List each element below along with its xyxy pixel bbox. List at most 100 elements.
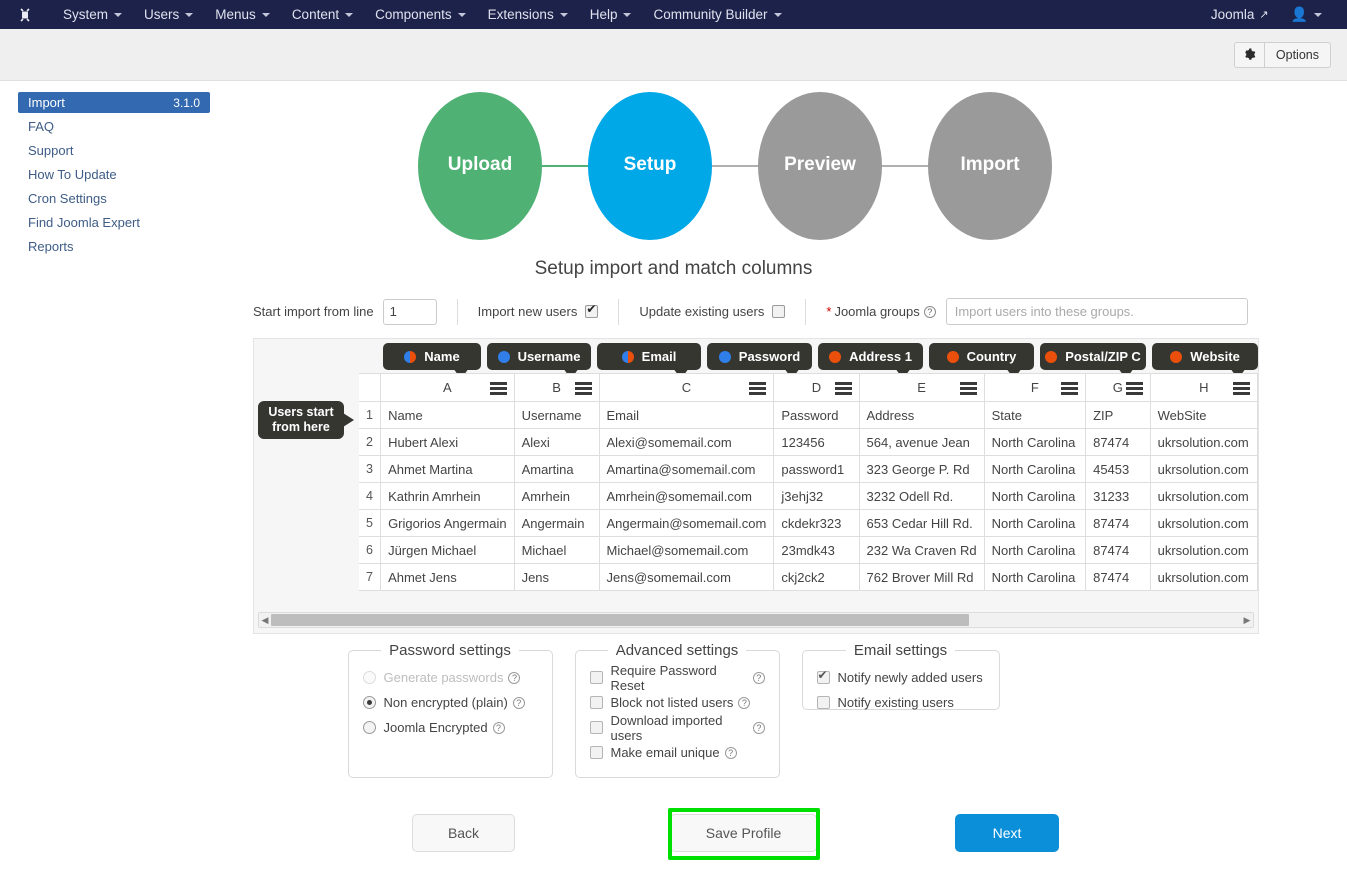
grid-cell[interactable]: Name	[380, 401, 515, 429]
grid-cell[interactable]: Angermain	[513, 509, 600, 537]
grid-cell[interactable]: ckdekr323	[773, 509, 860, 537]
sidebar-item-cron-settings[interactable]: Cron Settings	[18, 187, 210, 209]
nav-item-help[interactable]: Help	[579, 0, 643, 29]
advanced-option-2[interactable]: Download imported users?	[589, 713, 765, 743]
gear-icon-button[interactable]	[1233, 41, 1265, 68]
sidebar-item-reports[interactable]: Reports	[18, 235, 210, 257]
grid-cell[interactable]: 87474	[1085, 428, 1151, 456]
grid-cell[interactable]: North Carolina	[983, 455, 1087, 483]
grid-cell[interactable]: 45453	[1085, 455, 1151, 483]
column-header-h[interactable]: H	[1149, 373, 1258, 402]
scroll-right-arrow-icon[interactable]: ▶	[1241, 615, 1253, 626]
next-button[interactable]: Next	[955, 814, 1059, 852]
grid-cell[interactable]: Michael@somemail.com	[598, 536, 775, 564]
password-option-2[interactable]: Joomla Encrypted?	[362, 715, 538, 740]
advanced-option-1[interactable]: Block not listed users?	[589, 690, 765, 715]
grid-cell[interactable]: 123456	[773, 428, 860, 456]
site-link[interactable]: Joomla ↗︎	[1200, 0, 1280, 29]
grid-cell[interactable]: 87474	[1085, 509, 1151, 537]
joomla-groups-input[interactable]	[945, 298, 1248, 325]
question-mark-icon[interactable]: ?	[923, 305, 936, 318]
grid-cell[interactable]: 3232 Odell Rd.	[858, 482, 985, 510]
update-existing-users-checkbox[interactable]	[772, 305, 786, 318]
grid-cell[interactable]: password1	[773, 455, 860, 483]
grid-cell[interactable]: North Carolina	[983, 536, 1087, 564]
question-mark-icon[interactable]: ?	[738, 696, 751, 709]
scroll-left-arrow-icon[interactable]: ◀	[259, 615, 271, 626]
joomla-logo-icon[interactable]	[14, 5, 36, 25]
checkbox[interactable]	[589, 746, 603, 759]
question-mark-icon[interactable]: ?	[724, 746, 737, 759]
column-header-b[interactable]: B	[513, 373, 600, 402]
column-header-c[interactable]: C	[598, 373, 775, 402]
grid-cell[interactable]: Michael	[513, 536, 600, 564]
step-import[interactable]: Import	[920, 154, 1060, 176]
column-tag-e[interactable]: Address 1	[818, 343, 923, 370]
hamburger-menu-icon[interactable]	[574, 382, 592, 397]
hamburger-menu-icon[interactable]	[1125, 382, 1143, 397]
question-mark-icon[interactable]: ?	[492, 721, 505, 734]
sidebar-item-how-to-update[interactable]: How To Update	[18, 163, 210, 185]
step-preview[interactable]: Preview	[750, 154, 890, 176]
nav-item-community-builder[interactable]: Community Builder	[642, 0, 792, 29]
grid-cell[interactable]: 564, avenue Jean	[858, 428, 985, 456]
column-tag-c[interactable]: Email	[597, 343, 701, 370]
question-mark-icon[interactable]: ?	[752, 671, 765, 684]
column-tag-f[interactable]: Country	[929, 343, 1034, 370]
grid-cell[interactable]: 23mdk43	[773, 536, 860, 564]
checkbox[interactable]	[589, 696, 603, 709]
grid-cell[interactable]: Alexi@somemail.com	[598, 428, 775, 456]
nav-item-users[interactable]: Users	[133, 0, 204, 29]
column-tag-a[interactable]: Name	[383, 343, 481, 370]
hamburger-menu-icon[interactable]	[959, 382, 977, 397]
hamburger-menu-icon[interactable]	[749, 382, 767, 397]
grid-cell[interactable]: 762 Brover Mill Rd	[858, 563, 985, 591]
column-tag-b[interactable]: Username	[487, 343, 591, 370]
checkbox[interactable]	[816, 696, 830, 709]
grid-cell[interactable]: ckj2ck2	[773, 563, 860, 591]
grid-cell[interactable]: Kathrin Amrhein	[380, 482, 515, 510]
step-upload[interactable]: Upload	[410, 154, 550, 176]
grid-cell[interactable]: Ahmet Jens	[380, 563, 515, 591]
user-menu[interactable]: 👤	[1280, 0, 1333, 29]
grid-cell[interactable]: 323 George P. Rd	[858, 455, 985, 483]
checkbox[interactable]	[589, 721, 603, 734]
grid-cell[interactable]: 653 Cedar Hill Rd.	[858, 509, 985, 537]
column-tag-g[interactable]: Postal/ZIP C	[1040, 343, 1146, 370]
grid-cell[interactable]: North Carolina	[983, 482, 1087, 510]
radio-button[interactable]	[362, 721, 376, 734]
sidebar-item-faq[interactable]: FAQ	[18, 115, 210, 137]
step-setup[interactable]: Setup	[580, 154, 720, 176]
grid-cell[interactable]: Amartina	[513, 455, 600, 483]
scrollbar-track[interactable]	[271, 613, 1241, 627]
question-mark-icon[interactable]: ?	[512, 696, 525, 709]
grid-cell[interactable]: Address	[858, 401, 985, 429]
grid-cell[interactable]: j3ehj32	[773, 482, 860, 510]
nav-item-system[interactable]: System	[52, 0, 133, 29]
column-header-a[interactable]: A	[380, 373, 515, 402]
grid-cell[interactable]: Ahmet Martina	[380, 455, 515, 483]
grid-cell[interactable]: Username	[513, 401, 600, 429]
nav-item-menus[interactable]: Menus	[204, 0, 281, 29]
checkbox[interactable]	[589, 671, 603, 684]
grid-cell[interactable]: WebSite	[1149, 401, 1258, 429]
import-new-users-checkbox[interactable]	[585, 302, 599, 318]
hamburger-menu-icon[interactable]	[1233, 382, 1250, 397]
hamburger-menu-icon[interactable]	[834, 382, 852, 397]
grid-cell[interactable]: Jens@somemail.com	[598, 563, 775, 591]
scrollbar-thumb[interactable]	[271, 614, 970, 626]
column-tag-d[interactable]: Password	[707, 343, 812, 370]
grid-cell[interactable]: Password	[773, 401, 860, 429]
column-header-f[interactable]: F	[983, 373, 1087, 402]
grid-cell[interactable]: North Carolina	[983, 563, 1087, 591]
grid-cell[interactable]: Amrhein@somemail.com	[598, 482, 775, 510]
grid-cell[interactable]: Email	[598, 401, 775, 429]
grid-cell[interactable]: ukrsolution.com	[1149, 563, 1258, 591]
grid-cell[interactable]: Amrhein	[513, 482, 600, 510]
password-option-1[interactable]: Non encrypted (plain)?	[362, 690, 538, 715]
grid-cell[interactable]: Alexi	[513, 428, 600, 456]
grid-cell[interactable]: North Carolina	[983, 509, 1087, 537]
radio-button[interactable]	[362, 696, 376, 709]
horizontal-scrollbar[interactable]: ◀ ▶	[258, 612, 1254, 628]
grid-cell[interactable]: ukrsolution.com	[1149, 509, 1258, 537]
